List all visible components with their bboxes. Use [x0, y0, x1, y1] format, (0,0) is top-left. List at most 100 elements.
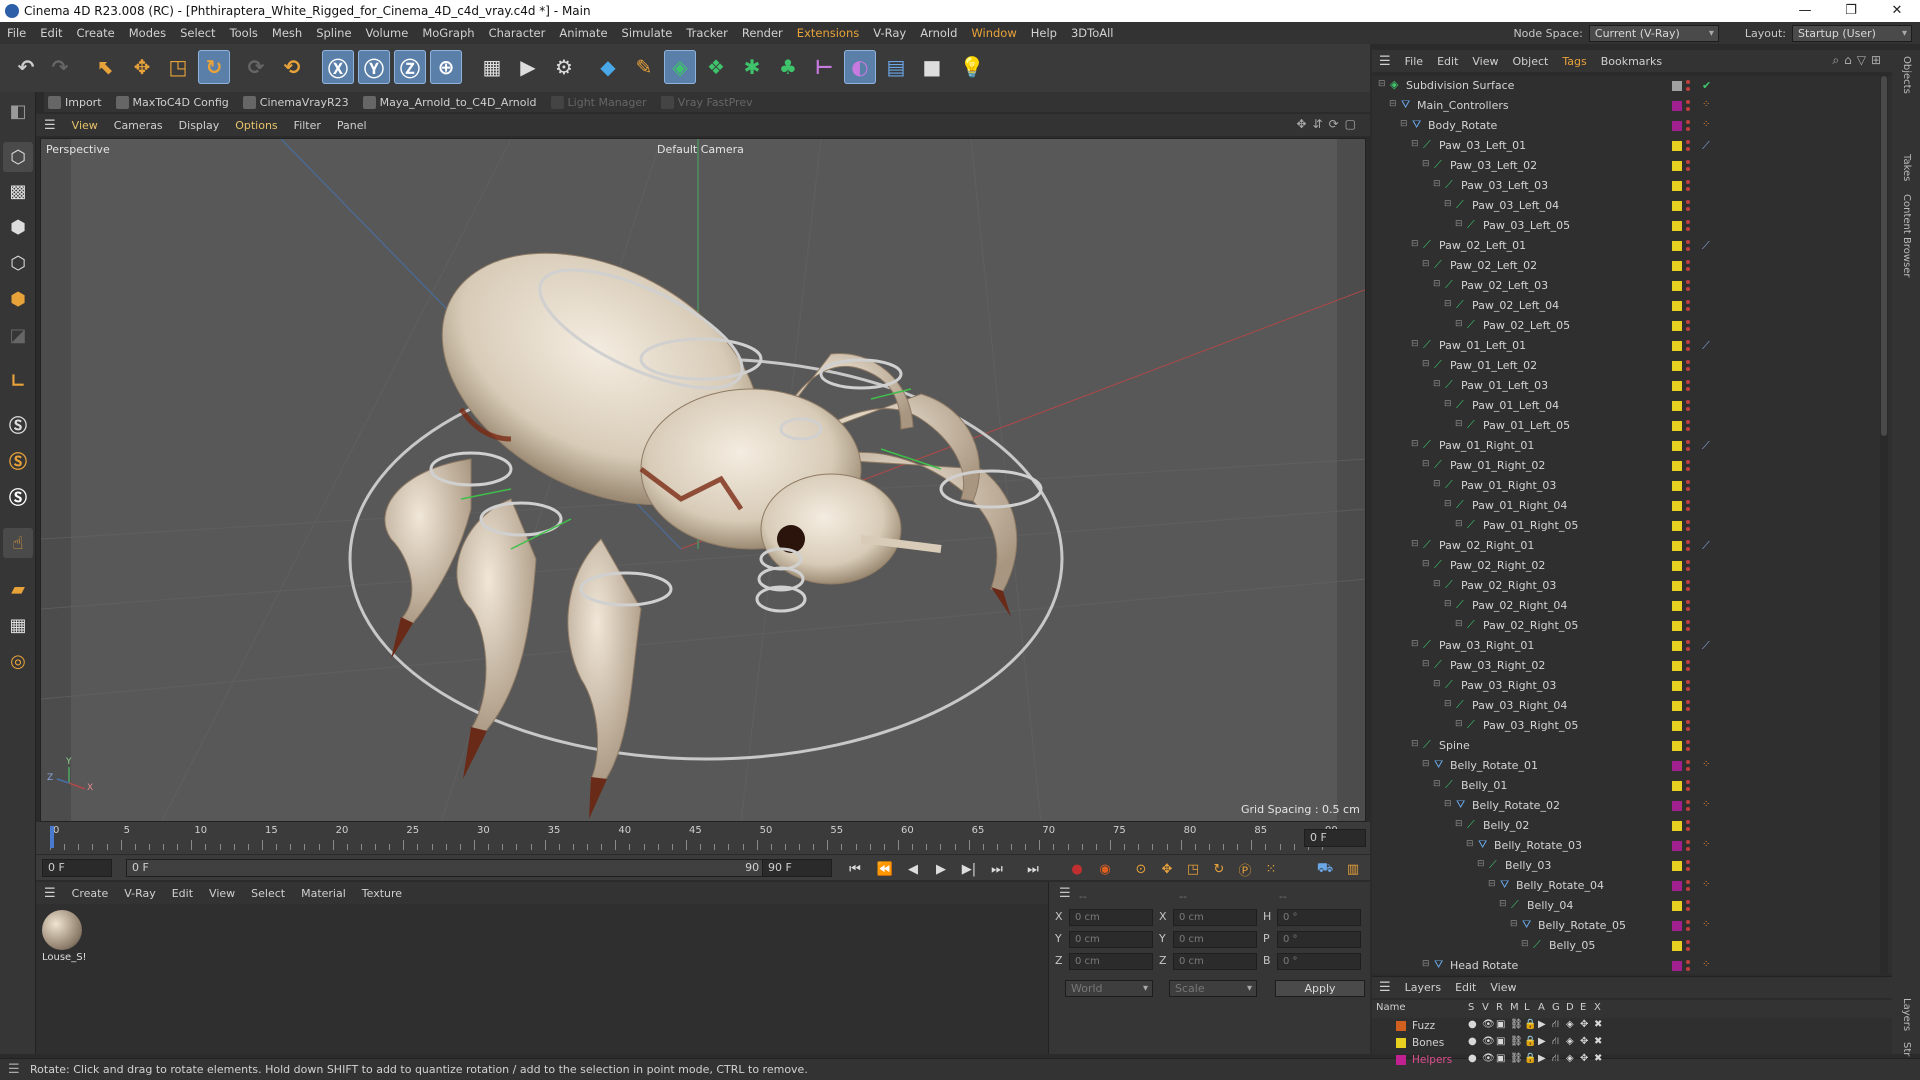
current-frame-field[interactable]: 0 F: [1304, 829, 1366, 847]
play-icon[interactable]: ▶: [930, 859, 952, 879]
light-manager-button[interactable]: Light Manager: [547, 95, 651, 109]
tree-expand-icon[interactable]: ⊟: [1411, 739, 1419, 749]
start-frame-field[interactable]: 0 F: [42, 859, 112, 877]
layer-flag-icon[interactable]: ●: [1468, 1019, 1477, 1030]
visibility-dot[interactable]: [1686, 607, 1690, 611]
visibility-dot[interactable]: [1686, 927, 1690, 931]
tree-expand-icon[interactable]: ⊟: [1389, 99, 1397, 109]
visibility-dot[interactable]: [1686, 860, 1690, 864]
layer-flag-icon[interactable]: ⛙: [1552, 1036, 1559, 1049]
object-row[interactable]: ⊟ ⟋ Paw_02_Right_04: [1372, 596, 1892, 616]
visibility-dot[interactable]: [1686, 787, 1690, 791]
viewport-menu-display[interactable]: Display: [171, 119, 228, 132]
viewport-menu-panel[interactable]: Panel: [329, 119, 375, 132]
visibility-dot[interactable]: [1686, 260, 1690, 264]
volume-builder-icon[interactable]: ♣: [772, 50, 804, 84]
tree-expand-icon[interactable]: ⊟: [1455, 519, 1463, 529]
visibility-dot[interactable]: [1686, 747, 1690, 751]
layer-color-swatch[interactable]: [1672, 141, 1682, 151]
layer-flag-icon[interactable]: ⛙: [1552, 1053, 1559, 1066]
layer-flag-column[interactable]: A: [1538, 1002, 1545, 1013]
tab-objects[interactable]: Objects: [1901, 56, 1912, 94]
protection-tag-icon[interactable]: ⁘: [1702, 879, 1716, 893]
menu-modes[interactable]: Modes: [122, 26, 173, 40]
visibility-dot[interactable]: [1686, 340, 1690, 344]
layer-color-swatch[interactable]: [1672, 921, 1682, 931]
viewport-camera-label[interactable]: Default Camera: [657, 143, 744, 156]
layer-color-swatch[interactable]: [1396, 1055, 1406, 1065]
ik-tag-icon[interactable]: ⟋: [1702, 439, 1716, 453]
viewport-menu-icon[interactable]: ☰: [36, 118, 64, 133]
object-menu-file[interactable]: File: [1398, 55, 1430, 68]
tab-structure[interactable]: Str: [1901, 1042, 1912, 1056]
layer-color-swatch[interactable]: [1672, 961, 1682, 971]
object-row[interactable]: ⊟ ⟋ Paw_02_Left_03: [1372, 276, 1892, 296]
layer-flag-icon[interactable]: 🔒: [1524, 1019, 1536, 1030]
layer-color-swatch[interactable]: [1672, 181, 1682, 191]
tree-expand-icon[interactable]: ⊟: [1444, 699, 1452, 709]
layer-color-swatch[interactable]: [1672, 261, 1682, 271]
layer-color-swatch[interactable]: [1672, 301, 1682, 311]
timeline-window-icon[interactable]: ▥: [1342, 859, 1364, 879]
visibility-dot[interactable]: [1686, 540, 1690, 544]
visibility-dot[interactable]: [1686, 967, 1690, 971]
edges-mode-icon[interactable]: ⬡: [3, 248, 33, 278]
visibility-dot[interactable]: [1686, 600, 1690, 604]
menu-volume[interactable]: Volume: [359, 26, 416, 40]
layer-flag-column[interactable]: V: [1482, 1002, 1489, 1013]
object-row[interactable]: ⊟ ⟋ Belly_04: [1372, 896, 1892, 916]
maximize-button[interactable]: ❐: [1828, 0, 1874, 22]
tree-expand-icon[interactable]: ⊟: [1444, 199, 1452, 209]
minimize-button[interactable]: —: [1782, 0, 1828, 22]
ik-tag-icon[interactable]: ⟋: [1702, 239, 1716, 253]
visibility-dot[interactable]: [1686, 720, 1690, 724]
visibility-dot[interactable]: [1686, 780, 1690, 784]
scrollbar-thumb[interactable]: [1881, 76, 1887, 436]
visibility-dot[interactable]: [1686, 560, 1690, 564]
visibility-dot[interactable]: [1686, 767, 1690, 771]
layer-flag-icon[interactable]: 🔒: [1524, 1053, 1536, 1064]
layer-color-swatch[interactable]: [1672, 521, 1682, 531]
visibility-dot[interactable]: [1686, 660, 1690, 664]
redo-icon[interactable]: ↷: [44, 50, 76, 84]
tree-expand-icon[interactable]: ⊟: [1422, 659, 1430, 669]
visibility-dot[interactable]: [1686, 880, 1690, 884]
object-row[interactable]: ⊟ ⟋ Paw_03_Right_02: [1372, 656, 1892, 676]
tree-expand-icon[interactable]: ⊟: [1444, 799, 1452, 809]
tree-expand-icon[interactable]: ⊟: [1422, 559, 1430, 569]
undo-icon[interactable]: ↶: [10, 50, 42, 84]
material-menu-texture[interactable]: Texture: [354, 887, 410, 900]
visibility-dot[interactable]: [1686, 920, 1690, 924]
layer-flag-column[interactable]: S: [1468, 1002, 1474, 1013]
tab-layers[interactable]: Layers: [1901, 998, 1912, 1031]
object-row[interactable]: ⊟ ⛛ Main_Controllers ⁘: [1372, 96, 1892, 116]
object-row[interactable]: ⊟ ⛛ Belly_Rotate_02 ⁘: [1372, 796, 1892, 816]
object-row[interactable]: ⊟ ⟋ Paw_03_Right_04: [1372, 696, 1892, 716]
x-axis-lock-icon[interactable]: Ⓧ: [322, 50, 354, 84]
tree-expand-icon[interactable]: ⊟: [1411, 339, 1419, 349]
visibility-dot[interactable]: [1686, 847, 1690, 851]
tree-expand-icon[interactable]: ⊟: [1444, 599, 1452, 609]
visibility-dot[interactable]: [1686, 867, 1690, 871]
visibility-dot[interactable]: [1686, 487, 1690, 491]
menu-extensions[interactable]: Extensions: [790, 26, 866, 40]
layer-flag-column[interactable]: M: [1510, 1002, 1519, 1013]
visibility-dot[interactable]: [1686, 140, 1690, 144]
visibility-dot[interactable]: [1686, 520, 1690, 524]
render-view-icon[interactable]: ▶: [512, 50, 544, 84]
size-z-field[interactable]: 0 cm: [1173, 953, 1257, 970]
tree-expand-icon[interactable]: ⊟: [1444, 299, 1452, 309]
tree-expand-icon[interactable]: ⊟: [1444, 499, 1452, 509]
layer-flag-icon[interactable]: 👁: [1482, 1036, 1495, 1047]
size-y-field[interactable]: 0 cm: [1173, 931, 1257, 948]
visibility-dot[interactable]: [1686, 167, 1690, 171]
visibility-dot[interactable]: [1686, 240, 1690, 244]
layer-color-swatch[interactable]: [1672, 781, 1682, 791]
record-keys-icon[interactable]: ●: [1066, 859, 1088, 879]
object-row[interactable]: ⊟ ⟋ Belly_05: [1372, 936, 1892, 956]
layer-flag-icon[interactable]: ▣: [1496, 1053, 1505, 1064]
material-menu-material[interactable]: Material: [293, 887, 354, 900]
scale-tool-icon[interactable]: ◳: [162, 50, 194, 84]
object-row[interactable]: ⊟ ⟋ Paw_01_Left_04: [1372, 396, 1892, 416]
world-coordinates-icon[interactable]: ⊕: [430, 50, 462, 84]
